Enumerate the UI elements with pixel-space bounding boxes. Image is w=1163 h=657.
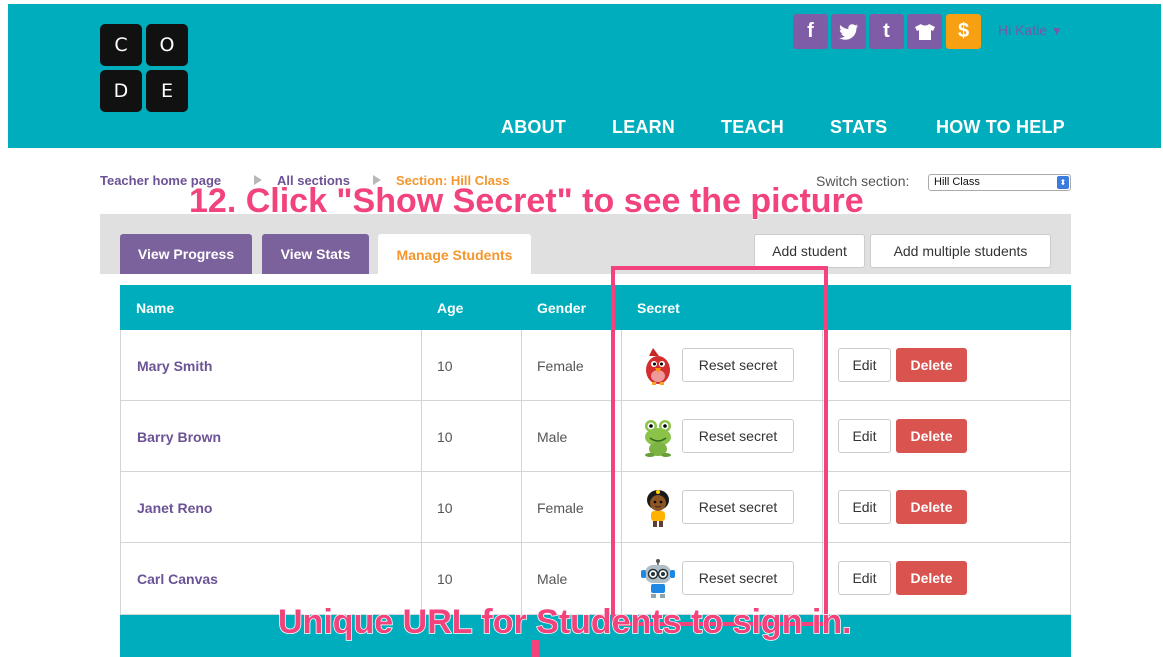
select-arrows-icon: ⬍	[1057, 176, 1069, 189]
instruction-caption: 12. Click "Show Secret" to see the pictu…	[188, 181, 864, 221]
secret-column-highlight	[611, 266, 828, 626]
tab-manage-students[interactable]: Manage Students	[378, 234, 531, 275]
edit-button[interactable]: Edit	[838, 419, 891, 453]
edit-button[interactable]: Edit	[838, 490, 891, 524]
chevron-down-icon: ▼	[1050, 24, 1063, 38]
student-gender: Female	[537, 358, 584, 374]
student-age: 10	[437, 358, 453, 374]
column-divider	[521, 401, 522, 471]
table-row: Barry Brown 10 Male Reset secret Edit De…	[120, 401, 1071, 472]
add-student-button[interactable]: Add student	[754, 234, 865, 268]
user-greeting: Hi Katie	[998, 22, 1048, 38]
tab-view-stats[interactable]: View Stats	[262, 234, 369, 274]
edit-button[interactable]: Edit	[838, 348, 891, 382]
logo-letter: E	[146, 70, 188, 112]
switch-section-value: Hill Class	[934, 176, 980, 188]
delete-button[interactable]: Delete	[896, 490, 967, 524]
column-header-gender: Gender	[537, 300, 587, 316]
tumblr-icon[interactable]: t	[869, 14, 904, 49]
student-name[interactable]: Janet Reno	[137, 500, 212, 516]
nav-how-to-help[interactable]: HOW TO HELP	[936, 117, 1065, 138]
edit-button[interactable]: Edit	[838, 561, 891, 595]
student-name[interactable]: Barry Brown	[137, 429, 221, 445]
logo-letter: C	[100, 24, 142, 66]
column-divider	[421, 401, 422, 471]
student-age: 10	[437, 571, 453, 587]
student-name[interactable]: Mary Smith	[137, 358, 212, 374]
facebook-icon[interactable]: f	[793, 14, 828, 49]
user-menu[interactable]: Hi Katie ▼	[998, 22, 1063, 38]
delete-button[interactable]: Delete	[896, 348, 967, 382]
delete-button[interactable]: Delete	[896, 419, 967, 453]
switch-section-select[interactable]: Hill Class ⬍	[928, 174, 1071, 191]
column-divider	[421, 472, 422, 542]
logo-letter: O	[146, 24, 188, 66]
url-caption: Unique URL for Students to sign in.	[277, 602, 852, 642]
arrow-indicator-icon	[531, 640, 539, 657]
add-multiple-students-button[interactable]: Add multiple students	[870, 234, 1051, 268]
donate-icon[interactable]: $	[946, 14, 981, 49]
nav-teach[interactable]: TEACH	[721, 117, 784, 138]
page: C O D E f t $ Hi Katie ▼ ABOUT LEARN TEA…	[0, 0, 1163, 657]
column-header-name: Name	[136, 300, 175, 316]
nav-stats[interactable]: STATS	[830, 117, 887, 138]
student-gender: Female	[537, 500, 584, 516]
student-age: 10	[437, 500, 453, 516]
table-row: Janet Reno 10 Female Reset secret Edit D…	[120, 472, 1071, 543]
tab-view-progress[interactable]: View Progress	[120, 234, 252, 274]
table-header	[120, 285, 1071, 330]
table-row: Mary Smith 10 Female Reset secret Edit D…	[120, 330, 1071, 401]
student-age: 10	[437, 429, 453, 445]
student-gender: Male	[537, 571, 568, 587]
nav-learn[interactable]: LEARN	[612, 117, 675, 138]
code-logo[interactable]: C O D E	[100, 24, 188, 112]
student-name[interactable]: Carl Canvas	[137, 571, 218, 587]
logo-letter: D	[100, 70, 142, 112]
column-divider	[421, 330, 422, 400]
column-divider	[521, 472, 522, 542]
shirt-icon[interactable]	[907, 14, 942, 49]
student-gender: Male	[537, 429, 568, 445]
column-header-age: Age	[437, 300, 464, 316]
delete-button[interactable]: Delete	[896, 561, 967, 595]
twitter-icon[interactable]	[831, 14, 866, 49]
column-divider	[521, 330, 522, 400]
nav-about[interactable]: ABOUT	[501, 117, 566, 138]
